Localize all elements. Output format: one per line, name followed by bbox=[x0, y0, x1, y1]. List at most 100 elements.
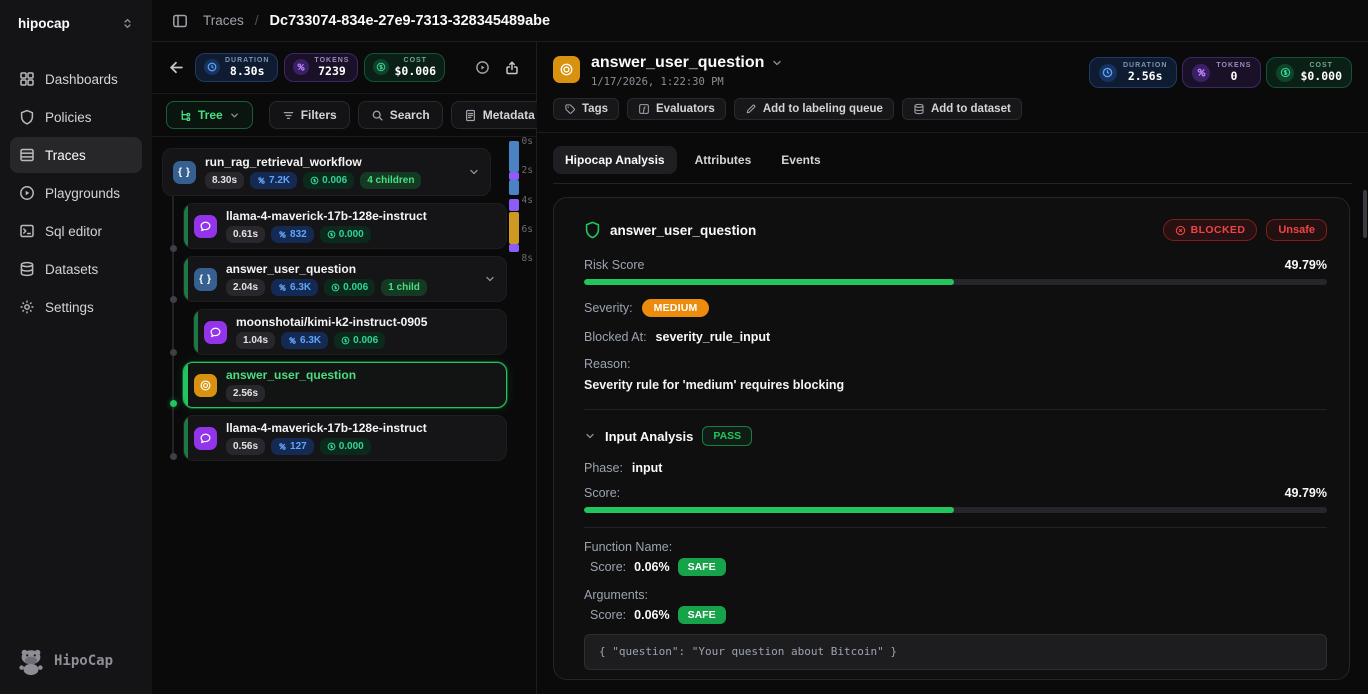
tree-view-button[interactable]: Tree bbox=[166, 101, 253, 129]
filters-button[interactable]: Filters bbox=[269, 101, 350, 129]
clock-icon bbox=[204, 59, 220, 75]
duration-pill: 0.61s bbox=[226, 226, 265, 243]
severity-medium-badge: MEDIUM bbox=[642, 299, 710, 317]
tab-hipocap-analysis[interactable]: Hipocap Analysis bbox=[553, 146, 677, 174]
back-button[interactable] bbox=[164, 55, 189, 80]
pass-badge: PASS bbox=[702, 426, 752, 446]
tree-row-moonshotai-kimi[interactable]: moonshotai/kimi-k2-instruct-0905 1.04s 6… bbox=[193, 309, 507, 355]
duration-pill: 1.04s bbox=[236, 332, 275, 349]
span-timestamp: 1/17/2026, 1:22:30 PM bbox=[591, 76, 1078, 88]
main-area: Traces / Dc733074-834e-27e9-7313-3283454… bbox=[152, 0, 1368, 694]
tree-row-llama-4-maverick[interactable]: llama-4-maverick-17b-128e-instruct 0.61s… bbox=[183, 203, 507, 249]
target-icon bbox=[553, 56, 580, 83]
workspace-switcher[interactable]: hipocap bbox=[10, 16, 142, 31]
tree-node-dot-selected bbox=[170, 400, 177, 407]
arguments-score: 0.06% bbox=[634, 608, 669, 622]
evaluators-label: Evaluators bbox=[656, 103, 715, 115]
function-icon: f bbox=[638, 103, 650, 115]
risk-score-bar-fill bbox=[584, 279, 954, 285]
svg-text:f: f bbox=[642, 107, 647, 114]
span-name: run_rag_retrieval_workflow bbox=[205, 155, 459, 169]
add-to-labeling-queue-label: Add to labeling queue bbox=[763, 103, 883, 115]
tick-label: 4s bbox=[522, 195, 533, 206]
replay-icon[interactable] bbox=[471, 56, 494, 79]
tags-button[interactable]: Tags bbox=[553, 98, 619, 120]
arguments-code-block: { "question": "Your question about Bitco… bbox=[584, 634, 1327, 669]
timeline-minimap: 0s 2s 4s 6s 8s bbox=[509, 140, 533, 264]
tree-row-run-rag-retrieval-workflow[interactable]: { } run_rag_retrieval_workflow 8.30s 7.2… bbox=[162, 148, 491, 196]
tab-attributes[interactable]: Attributes bbox=[683, 146, 764, 174]
input-score-bar bbox=[584, 507, 1327, 513]
timeline-bar[interactable] bbox=[509, 140, 519, 260]
arguments-label: Arguments: bbox=[584, 588, 1327, 602]
chevron-down-icon[interactable] bbox=[468, 166, 480, 178]
sidebar-item-label: Sql editor bbox=[45, 224, 102, 239]
sidebar-item-policies[interactable]: Policies bbox=[10, 99, 142, 135]
tree-row-answer-user-question-selected[interactable]: answer_user_question 2.56s bbox=[183, 362, 507, 408]
safe-badge: SAFE bbox=[678, 606, 726, 624]
app-root: hipocap Dashboards Policies Traces Playg… bbox=[0, 0, 1368, 694]
metadata-button[interactable]: Metadata bbox=[451, 101, 548, 129]
breadcrumb-traces-link[interactable]: Traces bbox=[203, 13, 244, 28]
span-name: llama-4-maverick-17b-128e-instruct bbox=[226, 421, 496, 435]
chevron-down-icon bbox=[771, 57, 783, 69]
severity-label: Severity: bbox=[584, 301, 633, 315]
sidebar-item-traces[interactable]: Traces bbox=[10, 137, 142, 173]
cost-pill: 0.006 bbox=[324, 279, 375, 296]
breadcrumb-separator: / bbox=[255, 13, 259, 28]
timeline-segment bbox=[509, 199, 519, 211]
timeline-ticks: 0s 2s 4s 6s 8s bbox=[522, 136, 533, 264]
tree-row-answer-user-question[interactable]: { } answer_user_question 2.04s 6.3K 0.00… bbox=[183, 256, 507, 302]
search-button[interactable]: Search bbox=[358, 101, 443, 129]
panel-toggle-icon[interactable] bbox=[168, 9, 192, 33]
add-to-dataset-button[interactable]: Add to dataset bbox=[902, 98, 1022, 120]
sidebar-item-label: Datasets bbox=[45, 262, 98, 277]
sidebar-item-sql-editor[interactable]: Sql editor bbox=[10, 213, 142, 249]
stat-value: $0.006 bbox=[394, 65, 436, 78]
tree-view-label: Tree bbox=[198, 108, 223, 122]
sidebar-item-datasets[interactable]: Datasets bbox=[10, 251, 142, 287]
tick-label: 6s bbox=[522, 224, 533, 235]
scrollbar-thumb[interactable] bbox=[1363, 190, 1367, 238]
grid-icon bbox=[19, 71, 35, 87]
input-analysis-toggle[interactable]: Input Analysis PASS bbox=[584, 426, 1327, 446]
risk-score-bar bbox=[584, 279, 1327, 285]
tokens-icon bbox=[1192, 64, 1210, 82]
tick-label: 8s bbox=[522, 253, 533, 264]
children-pill: 1 child bbox=[381, 279, 427, 296]
safe-badge: SAFE bbox=[678, 558, 726, 576]
tree-row-llama-4-maverick-2[interactable]: llama-4-maverick-17b-128e-instruct 0.56s… bbox=[183, 415, 507, 461]
add-to-labeling-queue-button[interactable]: Add to labeling queue bbox=[734, 98, 894, 120]
shield-icon bbox=[19, 109, 35, 125]
stat-value: $0.000 bbox=[1300, 70, 1342, 83]
sidebar-item-label: Settings bbox=[45, 300, 94, 315]
children-pill: 4 children bbox=[360, 172, 421, 189]
evaluators-button[interactable]: f Evaluators bbox=[627, 98, 726, 120]
share-icon[interactable] bbox=[500, 56, 524, 80]
braces-icon: { } bbox=[173, 161, 196, 184]
span-title-dropdown[interactable]: answer_user_question bbox=[591, 54, 1078, 72]
score-label: Score: bbox=[590, 560, 626, 574]
sidebar-item-label: Traces bbox=[45, 148, 86, 163]
score-label: Score: bbox=[584, 486, 620, 500]
blocked-badge: BLOCKED bbox=[1163, 219, 1258, 241]
sidebar-item-settings[interactable]: Settings bbox=[10, 289, 142, 325]
tokens-pill: 6.3K bbox=[271, 279, 318, 296]
database-icon bbox=[19, 261, 35, 277]
sidebar-item-playgrounds[interactable]: Playgrounds bbox=[10, 175, 142, 211]
document-icon bbox=[464, 109, 477, 122]
chevron-down-icon[interactable] bbox=[484, 273, 496, 285]
duration-pill: 2.04s bbox=[226, 279, 265, 296]
chevron-up-down-icon bbox=[121, 17, 134, 30]
tab-events[interactable]: Events bbox=[769, 146, 832, 174]
phase-value: input bbox=[632, 461, 663, 475]
tick-label: 2s bbox=[522, 165, 533, 176]
cost-pill: 0.006 bbox=[334, 332, 385, 349]
detail-actions: Tags f Evaluators Add to labeling queue … bbox=[537, 88, 1368, 133]
duration-pill: 8.30s bbox=[205, 172, 244, 189]
sidebar-item-dashboards[interactable]: Dashboards bbox=[10, 61, 142, 97]
duration-pill: 2.56s bbox=[226, 385, 265, 402]
timeline-segment bbox=[509, 212, 519, 244]
play-circle-icon bbox=[19, 185, 35, 201]
stat-value: 7239 bbox=[318, 65, 346, 78]
